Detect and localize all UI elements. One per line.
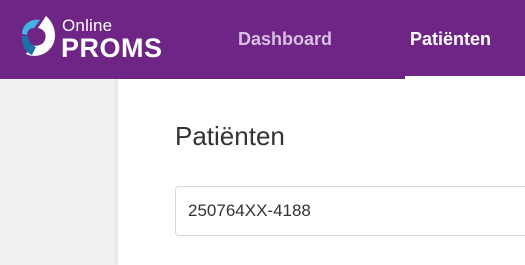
patient-search-input[interactable]: [176, 187, 525, 235]
proms-logo-icon: [21, 16, 56, 56]
sidebar: [0, 79, 118, 265]
nav-item-dashboard[interactable]: Dashboard: [238, 29, 332, 50]
app-logo[interactable]: Online PROMS: [16, 8, 186, 70]
patient-search-field[interactable]: [175, 186, 525, 236]
main-content-panel: [118, 79, 525, 265]
top-navigation-bar: Online PROMS Dashboard Patiënten: [0, 0, 525, 79]
logo-text-proms: PROMS: [61, 33, 163, 63]
page-title: Patiënten: [175, 121, 285, 151]
nav-item-patienten[interactable]: Patiënten: [410, 29, 491, 50]
